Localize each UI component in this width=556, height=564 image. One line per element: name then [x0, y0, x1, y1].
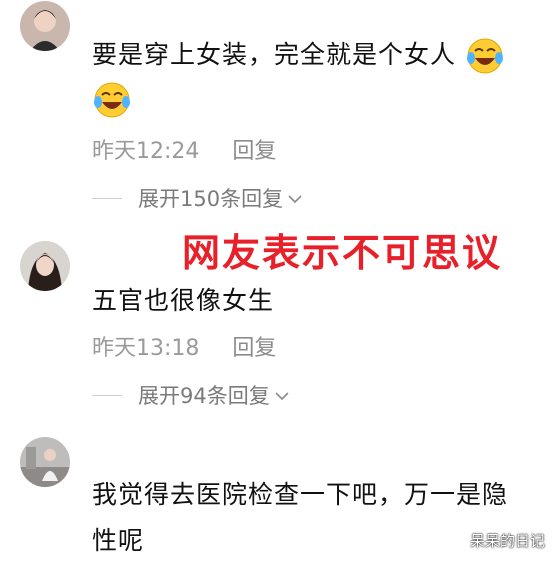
- avatar[interactable]: [20, 1, 70, 51]
- avatar[interactable]: [20, 241, 70, 291]
- timestamp: 昨天12:24: [92, 139, 200, 164]
- reply-button[interactable]: 回复: [232, 139, 276, 164]
- expand-replies-button[interactable]: 展开94条回复: [92, 380, 290, 410]
- laughing-tears-icon: [465, 36, 505, 76]
- timestamp: 昨天13:18: [92, 336, 200, 361]
- avatar[interactable]: [20, 437, 70, 487]
- laughing-tears-icon: [92, 80, 132, 124]
- comment-text: 五官也很像女生: [92, 286, 275, 315]
- comment-text: 要是穿上女装，完全就是个女人: [92, 32, 542, 78]
- expand-replies-button[interactable]: 展开150条回复: [92, 183, 303, 213]
- divider: [92, 197, 122, 199]
- chevron-down-icon: [274, 383, 290, 407]
- reply-button[interactable]: 回复: [232, 336, 276, 361]
- divider: [92, 394, 122, 396]
- comment-meta: 昨天12:24 回复: [92, 133, 276, 165]
- chevron-down-icon: [287, 186, 303, 210]
- watermark: 呆呆的日记: [470, 532, 546, 550]
- comment-meta: 昨天13:18 回复: [92, 330, 276, 362]
- overlay-caption: 网友表示不可思议: [182, 231, 503, 275]
